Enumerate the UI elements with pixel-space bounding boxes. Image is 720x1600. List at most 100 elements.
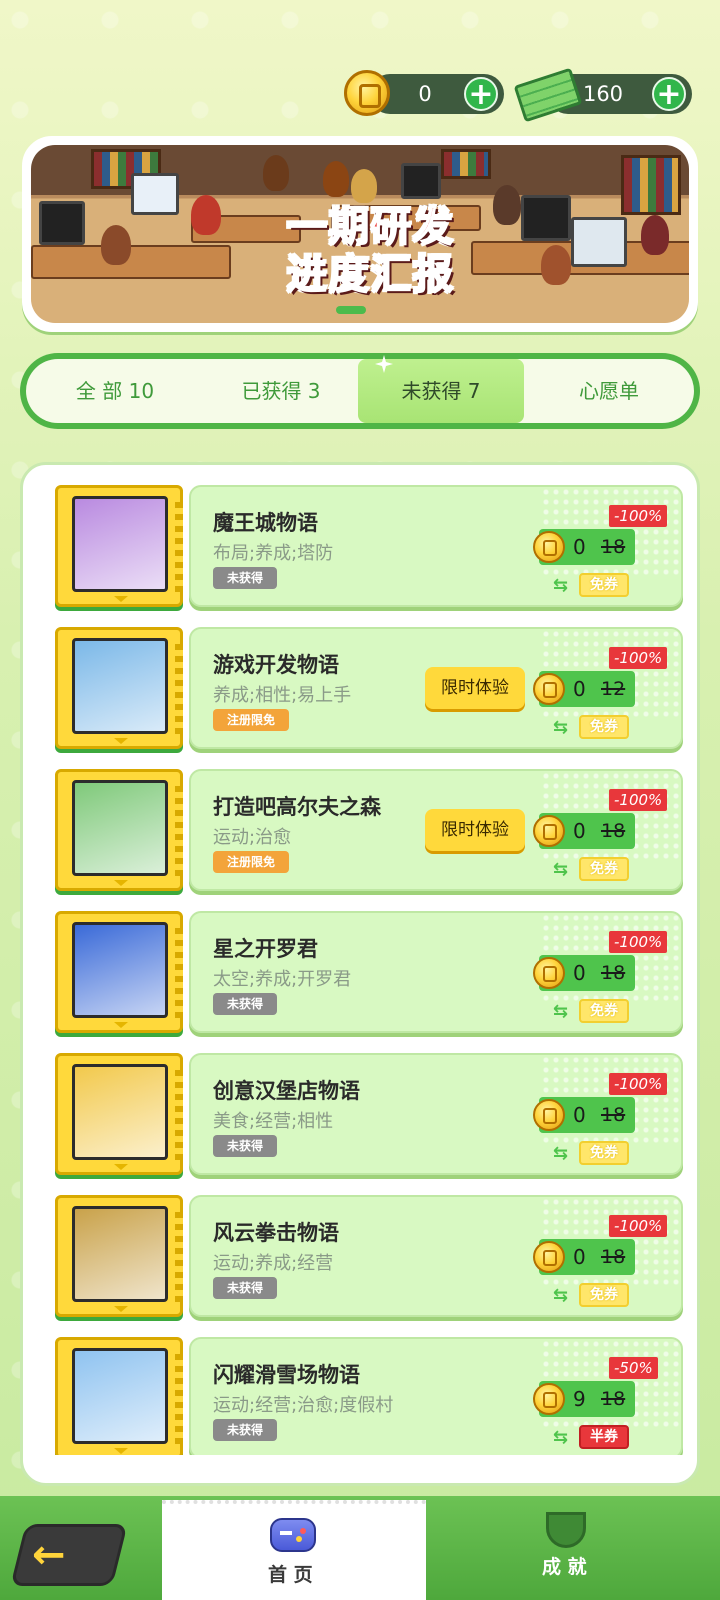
game-title: 游戏开发物语 (213, 653, 339, 677)
voucher-badge[interactable]: 免券 (579, 1141, 629, 1165)
current-price: 0 (573, 1103, 586, 1127)
game-title: 闪耀滑雪场物语 (213, 1363, 360, 1387)
discount-badge: -100% (609, 789, 668, 811)
current-price: 9 (573, 1387, 586, 1411)
coin-icon (533, 531, 565, 563)
original-price: 18 (601, 1388, 626, 1410)
game-cover-image (72, 1348, 168, 1444)
game-tags: 布局;养成;塔防 (213, 543, 334, 564)
coin-icon (533, 957, 565, 989)
status-badge: 未获得 (213, 993, 278, 1015)
game-list-panel: 魔王城物语 布局;养成;塔防 未获得 0 18 -100% ⇆ 免券 游戏开发物… (20, 462, 700, 1486)
nav-home[interactable]: 首 页 (162, 1500, 426, 1600)
game-cartridge[interactable] (55, 627, 183, 749)
exchange-icon: ⇆ (553, 1143, 569, 1164)
game-row[interactable]: 闪耀滑雪场物语 运动;经营;治愈;度假村 未获得 9 18 -50% ⇆ 半券 (53, 1331, 683, 1455)
game-card[interactable]: 闪耀滑雪场物语 运动;经营;治愈;度假村 未获得 9 18 -50% ⇆ 半券 (189, 1337, 683, 1455)
tab-owned[interactable]: 已获得 3 (196, 359, 366, 423)
nav-achievements[interactable]: 成 就 (520, 1508, 612, 1592)
status-badge: 未获得 (213, 1419, 278, 1441)
game-card[interactable]: 风云拳击物语 运动;养成;经营 未获得 0 18 -100% ⇆ 免券 (189, 1195, 683, 1317)
exchange-icon: ⇆ (553, 717, 569, 738)
add-coins-button[interactable]: + (464, 77, 498, 111)
voucher-badge[interactable]: 免券 (579, 715, 629, 739)
banner-artwork: 一期研发 进度汇报 (31, 145, 689, 323)
current-price: 0 (573, 677, 586, 701)
voucher-badge[interactable]: 免券 (579, 999, 629, 1023)
game-cover-image (72, 922, 168, 1018)
game-cartridge[interactable] (55, 1337, 183, 1455)
game-row[interactable]: 魔王城物语 布局;养成;塔防 未获得 0 18 -100% ⇆ 免券 (53, 479, 683, 607)
voucher-badge[interactable]: 免券 (579, 857, 629, 881)
buy-button[interactable]: 9 18 (533, 1381, 635, 1417)
nav-achievements-label: 成 就 (542, 1556, 587, 1578)
back-button[interactable] (10, 1524, 128, 1586)
current-price: 0 (573, 535, 586, 559)
game-card[interactable]: 魔王城物语 布局;养成;塔防 未获得 0 18 -100% ⇆ 免券 (189, 485, 683, 607)
add-cash-button[interactable]: + (652, 77, 686, 111)
discount-badge: -50% (609, 1357, 658, 1379)
buy-button[interactable]: 0 18 (533, 529, 635, 565)
trophy-icon (546, 1512, 586, 1548)
game-card[interactable]: 游戏开发物语 养成;相性;易上手 注册限免 限时体验 0 12 -100% ⇆ … (189, 627, 683, 749)
game-title: 创意汉堡店物语 (213, 1079, 360, 1103)
buy-button[interactable]: 0 18 (533, 1097, 635, 1133)
original-price: 18 (601, 1246, 626, 1268)
status-badge: 未获得 (213, 1135, 278, 1157)
game-tags: 养成;相性;易上手 (213, 685, 352, 706)
coin-icon (533, 1099, 565, 1131)
tab-wishlist[interactable]: 心愿单 (524, 359, 694, 423)
buy-button[interactable]: 0 18 (533, 955, 635, 991)
game-row[interactable]: 游戏开发物语 养成;相性;易上手 注册限免 限时体验 0 12 -100% ⇆ … (53, 621, 683, 749)
game-cartridge[interactable] (55, 1053, 183, 1175)
game-row[interactable]: 风云拳击物语 运动;养成;经营 未获得 0 18 -100% ⇆ 免券 (53, 1189, 683, 1317)
coin-icon (533, 673, 565, 705)
discount-badge: -100% (609, 1073, 668, 1095)
game-title: 魔王城物语 (213, 511, 318, 535)
voucher-badge[interactable]: 半券 (579, 1425, 629, 1449)
status-badge: 未获得 (213, 1277, 278, 1299)
game-cartridge[interactable] (55, 911, 183, 1033)
voucher-badge[interactable]: 免券 (579, 573, 629, 597)
game-cartridge[interactable] (55, 485, 183, 607)
discount-badge: -100% (609, 1215, 668, 1237)
buy-button[interactable]: 0 18 (533, 813, 635, 849)
coin-icon (344, 70, 390, 116)
game-cover-image (72, 496, 168, 592)
status-badge: 注册限免 (213, 851, 290, 873)
trial-button[interactable]: 限时体验 (425, 667, 525, 709)
game-card[interactable]: 星之开罗君 太空;养成;开罗君 未获得 0 18 -100% ⇆ 免券 (189, 911, 683, 1033)
filter-tabs: 全 部 10 已获得 3 未获得 7 心愿单 (20, 353, 700, 429)
game-cover-image (72, 1064, 168, 1160)
game-row[interactable]: 星之开罗君 太空;养成;开罗君 未获得 0 18 -100% ⇆ 免券 (53, 905, 683, 1033)
game-card[interactable]: 创意汉堡店物语 美食;经营;相性 未获得 0 18 -100% ⇆ 免券 (189, 1053, 683, 1175)
game-row[interactable]: 打造吧高尔夫之森 运动;治愈 注册限免 限时体验 0 18 -100% ⇆ 免券 (53, 763, 683, 891)
game-cartridge[interactable] (55, 1195, 183, 1317)
tab-all[interactable]: 全 部 10 (26, 359, 204, 423)
status-badge: 未获得 (213, 567, 278, 589)
original-price: 12 (601, 678, 626, 700)
voucher-badge[interactable]: 免券 (579, 1283, 629, 1307)
coin-balance: 0 + (370, 74, 504, 114)
promo-banner[interactable]: 一期研发 进度汇报 (22, 136, 698, 332)
coin-balance-value: 0 (418, 82, 432, 106)
trial-button[interactable]: 限时体验 (425, 809, 525, 851)
game-title: 打造吧高尔夫之森 (213, 795, 381, 819)
original-price: 18 (601, 820, 626, 842)
game-title: 风云拳击物语 (213, 1221, 339, 1245)
buy-button[interactable]: 0 18 (533, 1239, 635, 1275)
banner-title-line-2: 进度汇报 (286, 251, 455, 299)
coin-icon (533, 815, 565, 847)
status-badge: 注册限免 (213, 709, 290, 731)
nav-home-label: 首 页 (268, 1564, 313, 1586)
game-list[interactable]: 魔王城物语 布局;养成;塔防 未获得 0 18 -100% ⇆ 免券 游戏开发物… (23, 465, 697, 1455)
game-tags: 太空;养成;开罗君 (213, 969, 352, 990)
buy-button[interactable]: 0 12 (533, 671, 635, 707)
exchange-icon: ⇆ (553, 1427, 569, 1448)
game-card[interactable]: 打造吧高尔夫之森 运动;治愈 注册限免 限时体验 0 18 -100% ⇆ 免券 (189, 769, 683, 891)
game-row[interactable]: 创意汉堡店物语 美食;经营;相性 未获得 0 18 -100% ⇆ 免券 (53, 1047, 683, 1175)
current-price: 0 (573, 1245, 586, 1269)
exchange-icon: ⇆ (553, 1285, 569, 1306)
exchange-icon: ⇆ (553, 1001, 569, 1022)
game-cartridge[interactable] (55, 769, 183, 891)
